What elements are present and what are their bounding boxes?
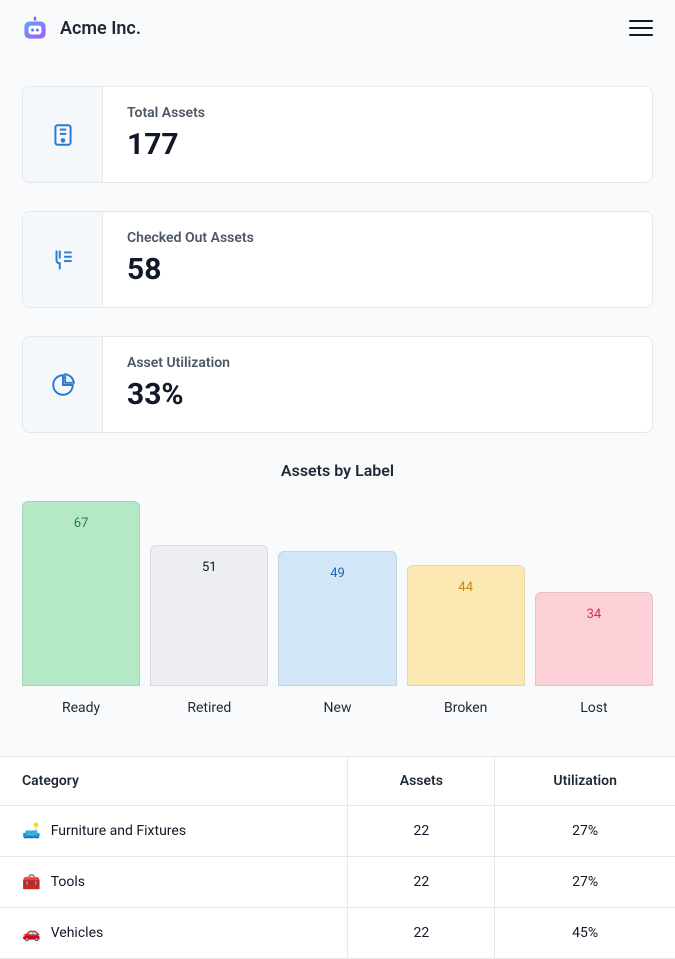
stat-label: Asset Utilization bbox=[127, 355, 230, 371]
table-header-category: Category bbox=[0, 757, 348, 806]
cell-utilization: 27% bbox=[495, 857, 675, 908]
category-table: Category Assets Utilization 🛋️ Furniture … bbox=[0, 756, 675, 959]
category-icon: 🛋️ bbox=[22, 822, 41, 840]
cell-assets: 22 bbox=[348, 806, 495, 857]
chart-xlabel: Retired bbox=[150, 700, 268, 716]
chart-xlabel: Broken bbox=[407, 700, 525, 716]
chart-bar: 67 bbox=[22, 501, 140, 686]
table-row[interactable]: 🛋️ Furniture and Fixtures 2227% bbox=[0, 806, 675, 857]
chart-bar-value: 49 bbox=[278, 551, 396, 686]
assets-by-label-chart: Assets by Label 6751494434 Ready Retired N… bbox=[0, 443, 675, 736]
chart-bar: 51 bbox=[150, 545, 268, 686]
brand-name: Acme Inc. bbox=[60, 18, 141, 39]
chart-bar-value: 51 bbox=[150, 545, 268, 686]
stat-value: 177 bbox=[127, 127, 205, 162]
chart-bar-value: 44 bbox=[407, 565, 525, 686]
brand[interactable]: Acme Inc. bbox=[22, 15, 141, 41]
chart-xlabel: Lost bbox=[535, 700, 653, 716]
category-icon: 🚗 bbox=[22, 924, 41, 942]
stat-label: Total Assets bbox=[127, 105, 205, 121]
tool-icon bbox=[23, 212, 103, 307]
table-header-utilization: Utilization bbox=[495, 757, 675, 806]
table-row[interactable]: 🧰 Tools 2227% bbox=[0, 857, 675, 908]
server-icon bbox=[23, 87, 103, 182]
stat-value: 33% bbox=[127, 377, 230, 412]
menu-icon[interactable] bbox=[629, 19, 653, 37]
table-row[interactable]: 🚗 Vehicles 2245% bbox=[0, 908, 675, 959]
category-icon: 🧰 bbox=[22, 873, 41, 891]
cell-assets: 22 bbox=[348, 908, 495, 959]
cell-utilization: 45% bbox=[495, 908, 675, 959]
category-name: Tools bbox=[51, 874, 85, 890]
chart-bar: 34 bbox=[535, 592, 653, 686]
stat-card-utilization: Asset Utilization 33% bbox=[22, 336, 653, 433]
chart-bar: 44 bbox=[407, 565, 525, 686]
stat-label: Checked Out Assets bbox=[127, 230, 254, 246]
category-name: Furniture and Fixtures bbox=[51, 823, 186, 839]
chart-bar-value: 34 bbox=[535, 592, 653, 686]
stat-value: 58 bbox=[127, 252, 254, 287]
cell-assets: 22 bbox=[348, 857, 495, 908]
chart-xlabel: New bbox=[278, 700, 396, 716]
table-header-assets: Assets bbox=[348, 757, 495, 806]
chart-bar: 49 bbox=[278, 551, 396, 686]
chart-title: Assets by Label bbox=[22, 461, 653, 480]
stat-card-total-assets: Total Assets 177 bbox=[22, 86, 653, 183]
stat-card-checked-out: Checked Out Assets 58 bbox=[22, 211, 653, 308]
cell-utilization: 27% bbox=[495, 806, 675, 857]
category-name: Vehicles bbox=[51, 925, 104, 941]
chart-xlabel: Ready bbox=[22, 700, 140, 716]
pie-chart-icon bbox=[23, 337, 103, 432]
chart-bar-value: 67 bbox=[22, 501, 140, 686]
logo-icon bbox=[22, 15, 48, 41]
